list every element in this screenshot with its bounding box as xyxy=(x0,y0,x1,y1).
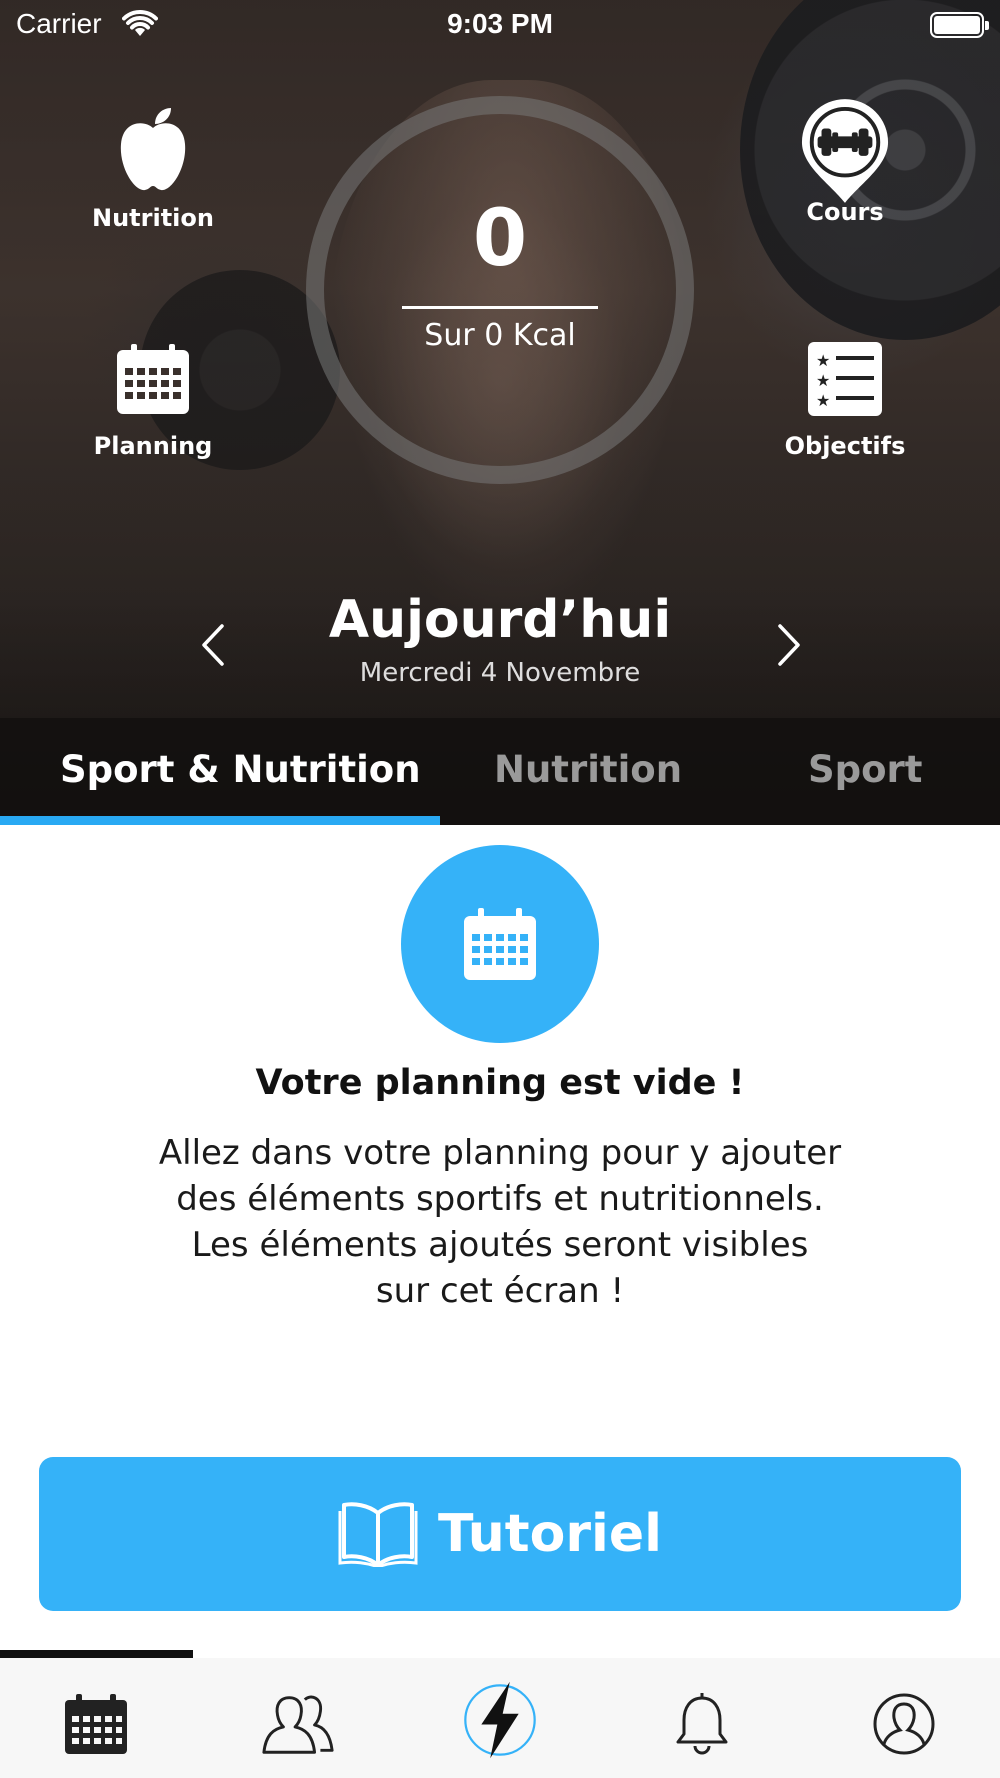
calendar-icon xyxy=(65,1694,127,1754)
svg-text:★: ★ xyxy=(816,371,830,390)
lightning-icon xyxy=(464,1681,536,1759)
apple-icon xyxy=(108,106,198,196)
date-subtitle: Mercredi 4 Novembre xyxy=(359,658,641,688)
planning-label: Planning xyxy=(93,432,213,460)
svg-text:★: ★ xyxy=(816,391,830,410)
bottom-nav-activity[interactable] xyxy=(460,1680,540,1760)
active-tab-indicator xyxy=(0,816,440,825)
calorie-value: 0 xyxy=(472,194,528,284)
next-day-icon[interactable] xyxy=(766,620,810,670)
status-bar: Carrier 9:03 PM xyxy=(0,0,1000,50)
tutorial-label: Tutoriel xyxy=(438,1504,662,1564)
empty-state-line: Les éléments ajoutés seront visibles xyxy=(191,1225,809,1265)
profile-icon xyxy=(873,1693,935,1755)
tab-sport[interactable]: Sport xyxy=(808,748,923,791)
calorie-ring xyxy=(306,96,694,484)
empty-state-message: Allez dans votre planning pour y ajouter… xyxy=(120,1130,880,1314)
clock: 9:03 PM xyxy=(447,8,553,39)
tab-sport-nutrition[interactable]: Sport & Nutrition xyxy=(60,748,421,791)
calendar-icon xyxy=(464,908,536,980)
tab-bar-top: Sport & Nutrition Nutrition Sport xyxy=(0,718,1000,825)
empty-planning-icon xyxy=(401,845,599,1043)
battery-icon xyxy=(930,12,989,38)
bottom-nav-planning[interactable] xyxy=(58,1686,134,1762)
bell-icon xyxy=(676,1693,728,1755)
empty-state-line: des éléments sportifs et nutritionnels. xyxy=(176,1179,824,1219)
empty-state-title: Votre planning est vide ! xyxy=(255,1063,745,1103)
calorie-divider xyxy=(402,306,598,309)
tab-nutrition[interactable]: Nutrition xyxy=(494,748,682,791)
svg-text:★: ★ xyxy=(816,351,830,370)
goals-label: Objectifs xyxy=(784,432,906,460)
open-book-icon xyxy=(338,1502,418,1567)
dumbbell-pin-icon xyxy=(800,99,890,203)
empty-state-line: sur cet écran ! xyxy=(375,1271,625,1311)
bottom-nav-community[interactable] xyxy=(260,1686,336,1762)
empty-state-line: Allez dans votre planning pour y ajouter xyxy=(158,1133,842,1173)
group-icon xyxy=(262,1695,334,1754)
tutorial-button[interactable]: Tutoriel xyxy=(39,1457,961,1611)
calorie-goal: Sur 0 Kcal xyxy=(424,318,576,353)
date-title: Aujourd’hui xyxy=(328,590,672,650)
bottom-nav-profile[interactable] xyxy=(866,1686,942,1762)
bottom-nav-notifications[interactable] xyxy=(664,1686,740,1762)
